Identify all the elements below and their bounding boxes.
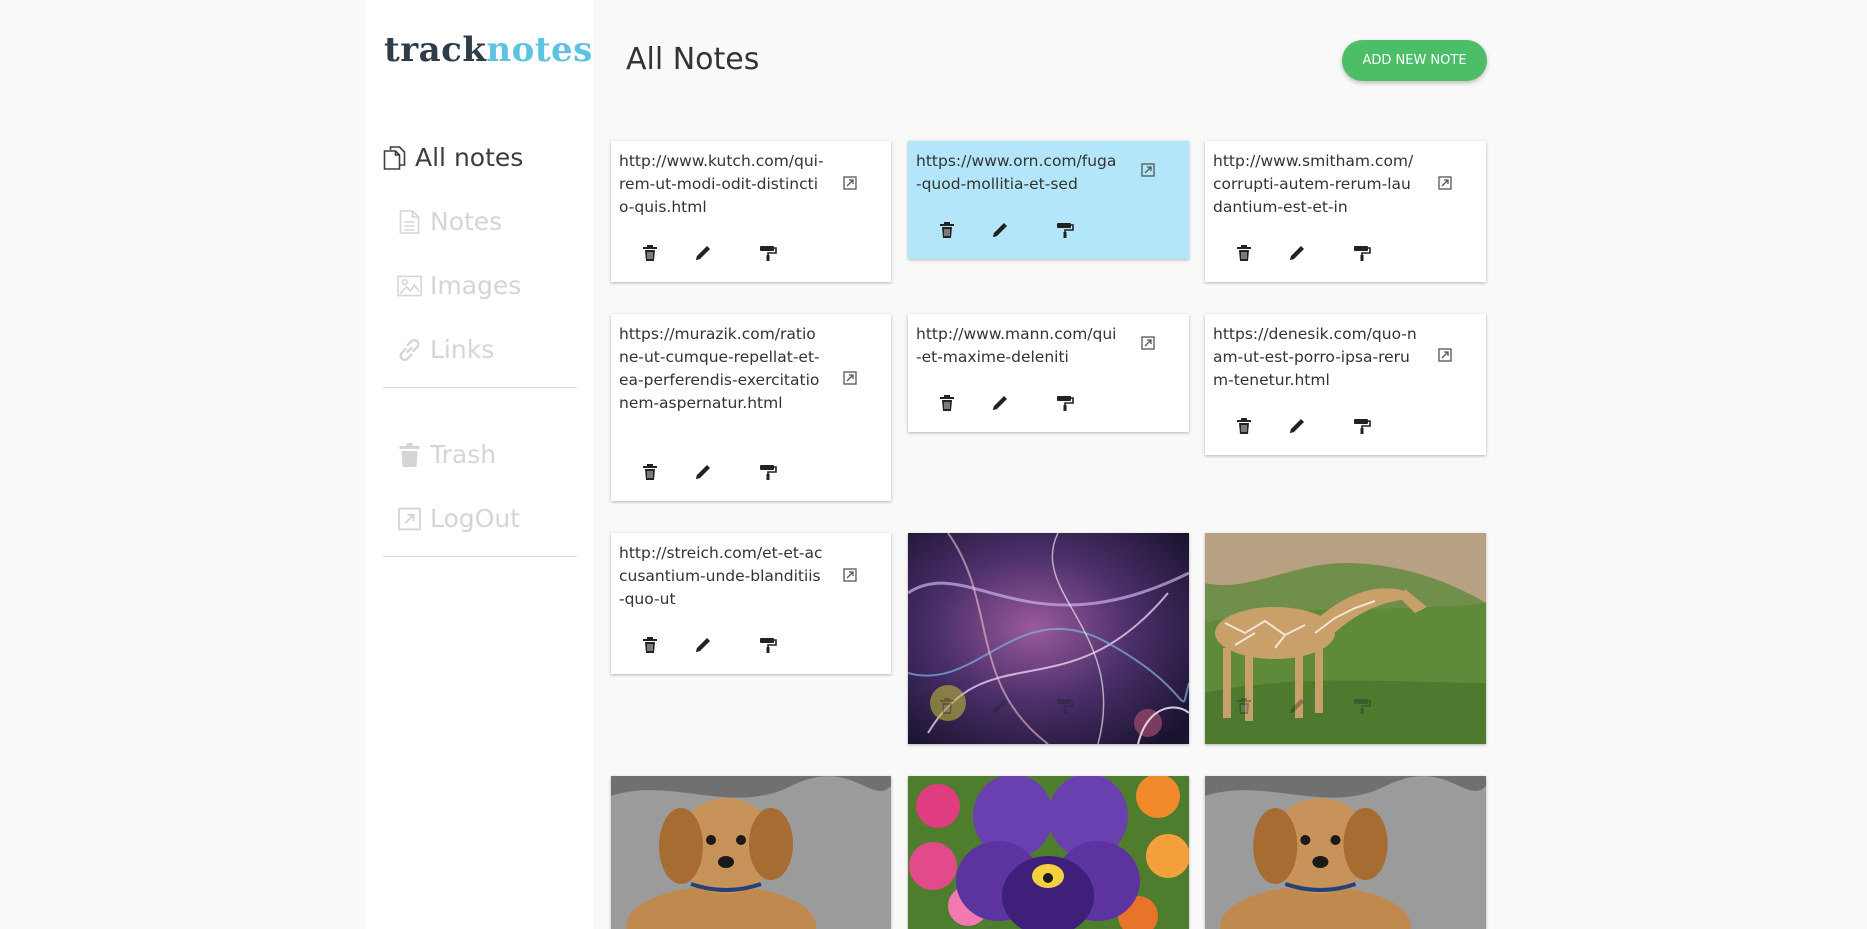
copy-icon [383, 145, 406, 170]
note-actions [1205, 415, 1486, 437]
open-external-icon[interactable] [1141, 163, 1155, 177]
delete-icon[interactable] [641, 244, 659, 262]
note-url[interactable]: http://streich.com/et-et-accusantium-und… [619, 542, 824, 611]
delete-icon[interactable] [938, 221, 956, 239]
sidebar-item-label: Trash [430, 440, 497, 469]
divider [383, 556, 577, 557]
sidebar-item-links[interactable]: Links [397, 335, 494, 364]
paint-roller-icon[interactable] [759, 463, 777, 481]
open-external-icon[interactable] [843, 176, 857, 190]
note-actions [1205, 695, 1486, 717]
note-url[interactable]: http://www.kutch.com/qui-rem-ut-modi-odi… [619, 150, 824, 219]
note-url[interactable]: https://www.orn.com/fuga-quod-mollitia-e… [916, 150, 1121, 196]
pansy-flower-image [908, 776, 1189, 929]
sidebar-item-label: Notes [430, 207, 503, 236]
sidebar-item-all-notes[interactable]: All notes [382, 143, 523, 172]
sidebar: tracknotes All notes Notes Images Links … [366, 0, 593, 929]
note-url[interactable]: http://www.mann.com/qui-et-maxime-deleni… [916, 323, 1121, 369]
app-logo[interactable]: tracknotes [384, 30, 593, 70]
note-actions [611, 634, 891, 656]
sidebar-item-label: Links [430, 335, 495, 364]
note-actions [908, 695, 1189, 717]
edit-icon[interactable] [1288, 697, 1306, 715]
edit-icon[interactable] [991, 394, 1009, 412]
edit-icon[interactable] [991, 697, 1009, 715]
link-note-card[interactable]: http://www.smitham.com/corrupti-autem-re… [1205, 141, 1486, 282]
open-external-icon[interactable] [1141, 336, 1155, 350]
edit-icon[interactable] [694, 244, 712, 262]
note-url[interactable]: http://www.smitham.com/corrupti-autem-re… [1213, 150, 1418, 219]
edit-icon[interactable] [1288, 244, 1306, 262]
delete-icon[interactable] [938, 394, 956, 412]
link-note-card[interactable]: https://www.orn.com/fuga-quod-mollitia-e… [908, 141, 1189, 259]
document-icon [399, 209, 420, 234]
sidebar-item-notes[interactable]: Notes [397, 207, 502, 236]
image-note-card[interactable] [908, 776, 1189, 929]
sidebar-item-label: Images [430, 271, 522, 300]
edit-icon[interactable] [694, 463, 712, 481]
edit-icon[interactable] [1288, 417, 1306, 435]
sidebar-item-logout[interactable]: LogOut [397, 504, 520, 533]
add-new-note-button[interactable]: ADD NEW NOTE [1342, 40, 1487, 81]
note-actions [611, 461, 891, 483]
trash-icon [399, 442, 420, 467]
edit-icon[interactable] [694, 636, 712, 654]
edit-icon[interactable] [991, 221, 1009, 239]
page-title: All Notes [626, 42, 760, 77]
link-note-card[interactable]: http://www.kutch.com/qui-rem-ut-modi-odi… [611, 141, 891, 282]
delete-icon[interactable] [641, 463, 659, 481]
delete-icon[interactable] [1235, 697, 1253, 715]
link-note-card[interactable]: http://streich.com/et-et-accusantium-und… [611, 533, 891, 674]
link-note-card[interactable]: https://denesik.com/quo-nam-ut-est-porro… [1205, 314, 1486, 455]
paint-roller-icon[interactable] [1353, 417, 1371, 435]
paint-roller-icon[interactable] [1353, 697, 1371, 715]
puppy-image [1205, 776, 1486, 929]
paint-roller-icon[interactable] [759, 636, 777, 654]
note-actions [908, 392, 1189, 414]
paint-roller-icon[interactable] [1353, 244, 1371, 262]
link-note-card[interactable]: https://murazik.com/ratione-ut-cumque-re… [611, 314, 891, 501]
sidebar-item-images[interactable]: Images [397, 271, 521, 300]
puppy-image [611, 776, 891, 929]
delete-icon[interactable] [1235, 244, 1253, 262]
link-icon [399, 338, 420, 361]
note-actions [611, 242, 891, 264]
delete-icon[interactable] [641, 636, 659, 654]
link-note-card[interactable]: http://www.mann.com/qui-et-maxime-deleni… [908, 314, 1189, 432]
image-note-card[interactable] [1205, 533, 1486, 744]
delete-icon[interactable] [938, 697, 956, 715]
divider [383, 387, 577, 388]
image-note-card[interactable] [908, 533, 1189, 744]
open-external-icon[interactable] [843, 568, 857, 582]
sidebar-item-label: All notes [415, 143, 524, 172]
note-actions [908, 219, 1189, 241]
note-url[interactable]: https://denesik.com/quo-nam-ut-est-porro… [1213, 323, 1418, 392]
sidebar-item-trash[interactable]: Trash [397, 440, 496, 469]
image-note-card[interactable] [611, 776, 891, 929]
open-external-icon[interactable] [843, 371, 857, 385]
paint-roller-icon[interactable] [759, 244, 777, 262]
logout-icon [398, 507, 421, 530]
open-external-icon[interactable] [1438, 348, 1452, 362]
image-note-card[interactable] [1205, 776, 1486, 929]
paint-roller-icon[interactable] [1056, 221, 1074, 239]
open-external-icon[interactable] [1438, 176, 1452, 190]
paint-roller-icon[interactable] [1056, 697, 1074, 715]
note-actions [1205, 242, 1486, 264]
sidebar-item-label: LogOut [430, 504, 520, 533]
image-icon [397, 275, 422, 296]
note-url[interactable]: https://murazik.com/ratione-ut-cumque-re… [619, 323, 824, 415]
delete-icon[interactable] [1235, 417, 1253, 435]
paint-roller-icon[interactable] [1056, 394, 1074, 412]
